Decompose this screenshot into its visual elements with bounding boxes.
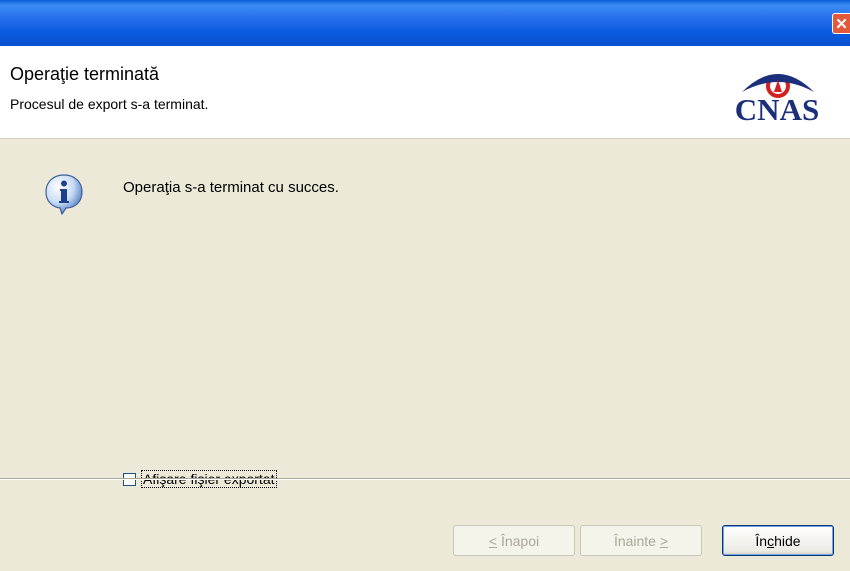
close-button-label-pre: În	[755, 532, 768, 549]
close-window-button[interactable]: ✕	[832, 13, 850, 34]
close-button-accel: c	[767, 532, 775, 549]
wizard-header: Operaţie terminată Procesul de export s-…	[0, 46, 850, 139]
status-message: Operaţia s-a terminat cu succes.	[123, 179, 339, 196]
close-button-label-post: hide	[774, 532, 801, 549]
page-subtitle: Procesul de export s-a terminat.	[10, 96, 209, 112]
next-button[interactable]: Înainte >	[580, 525, 702, 556]
logo-text: CNAS	[734, 92, 820, 127]
footer-separator	[0, 478, 850, 480]
wizard-content: Operaţia s-a terminat cu succes. Afişare…	[0, 139, 850, 488]
back-button[interactable]: < Înapoi	[453, 525, 575, 556]
back-button-label: Înapoi	[497, 532, 540, 549]
page-title: Operaţie terminată	[10, 64, 160, 84]
info-icon	[44, 173, 84, 216]
cnas-logo: CNAS	[714, 62, 840, 128]
close-dialog-button[interactable]: În c hide	[722, 525, 834, 556]
title-bar[interactable]: ✕	[0, 0, 850, 46]
next-button-accel: >	[659, 532, 669, 549]
back-button-accel: <	[488, 532, 498, 549]
next-button-label: Înainte	[613, 532, 660, 549]
